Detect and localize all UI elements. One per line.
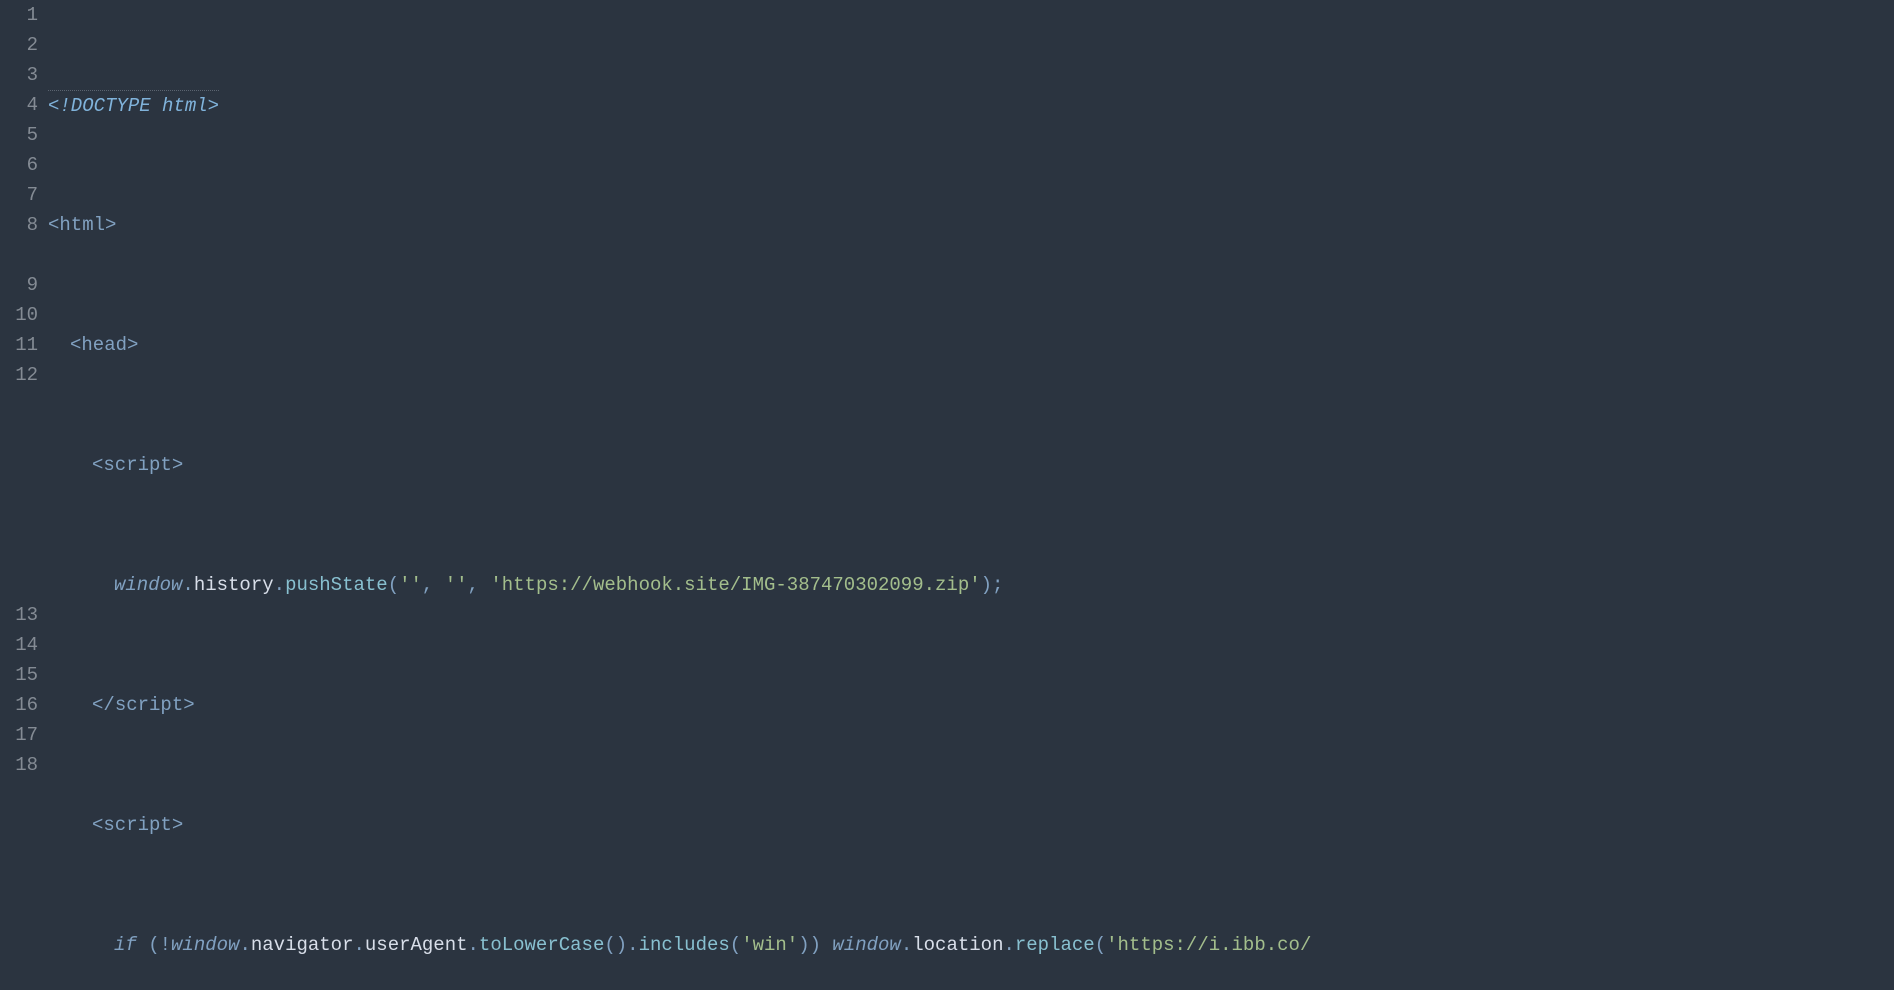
line-number [0, 450, 38, 480]
line-number: 6 [0, 150, 38, 180]
line-number: 18 [0, 750, 38, 780]
line-number: 13 [0, 600, 38, 630]
code-line-7[interactable]: <script> [48, 810, 1894, 840]
line-number-gutter: 1 2 3 4 5 6 7 8 9 10 11 12 13 14 15 16 1… [0, 0, 48, 990]
line-number: 11 [0, 330, 38, 360]
line-number: 5 [0, 120, 38, 150]
code-line-2[interactable]: <html> [48, 210, 1894, 240]
line-number: 4 [0, 90, 38, 120]
line-number: 15 [0, 660, 38, 690]
line-number [0, 570, 38, 600]
line-number [0, 420, 38, 450]
line-number [0, 390, 38, 420]
code-line-1[interactable]: <!DOCTYPE html> [48, 90, 1894, 120]
line-number: 10 [0, 300, 38, 330]
line-number: 17 [0, 720, 38, 750]
line-number: 8 [0, 210, 38, 240]
code-line-6[interactable]: </script> [48, 690, 1894, 720]
code-line-8[interactable]: if (!window.navigator.userAgent.toLowerC… [48, 930, 1894, 960]
line-number: 12 [0, 360, 38, 390]
line-number: 7 [0, 180, 38, 210]
line-number [0, 540, 38, 570]
line-number: 14 [0, 630, 38, 660]
code-line-3[interactable]: <head> [48, 330, 1894, 360]
line-number: 16 [0, 690, 38, 720]
line-number [0, 480, 38, 510]
line-number [0, 510, 38, 540]
line-number: 2 [0, 30, 38, 60]
code-line-5[interactable]: window.history.pushState('', '', 'https:… [48, 570, 1894, 600]
code-line-4[interactable]: <script> [48, 450, 1894, 480]
code-area[interactable]: <!DOCTYPE html> <html> <head> <script> w… [48, 0, 1894, 990]
line-number: 3 [0, 60, 38, 90]
line-number [0, 240, 38, 270]
code-editor[interactable]: 1 2 3 4 5 6 7 8 9 10 11 12 13 14 15 16 1… [0, 0, 1894, 990]
doctype-token: <!DOCTYPE html> [48, 90, 219, 121]
line-number: 1 [0, 0, 38, 30]
line-number: 9 [0, 270, 38, 300]
